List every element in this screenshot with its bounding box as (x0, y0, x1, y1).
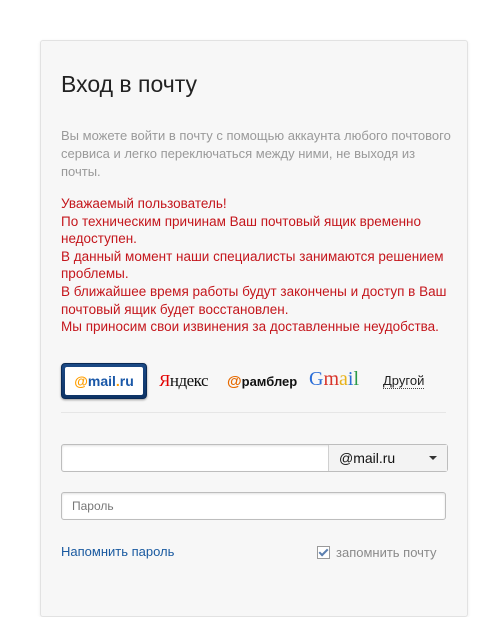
chevron-down-icon (429, 456, 437, 460)
provider-yandex-button[interactable]: Яндекс (159, 371, 209, 391)
mailru-logo: @ mail. ru (65, 367, 143, 395)
mailru-logo-at: @ (74, 373, 88, 389)
provider-mailru-button[interactable]: @ mail. ru (61, 363, 147, 399)
login-input[interactable] (62, 445, 327, 471)
password-input[interactable] (61, 492, 446, 520)
mailru-logo-mail: mail (87, 373, 116, 389)
remember-checkbox[interactable] (317, 545, 330, 559)
divider (61, 412, 446, 413)
provider-other-link[interactable]: Другой (383, 373, 425, 389)
yandex-logo-rest: ндекс (169, 371, 209, 390)
rambler-logo-symbol: @ (227, 373, 242, 390)
provider-gmail-button[interactable]: Gmail (309, 368, 359, 391)
intro-text: Вы можете войти в почту с помощью аккаун… (61, 128, 451, 179)
gmail-logo-l: l (353, 368, 360, 390)
mailru-logo-ru: ru (119, 373, 134, 389)
domain-select-value: @mail.ru (339, 450, 396, 466)
login-field-group: @mail.ru (61, 444, 448, 472)
warning-message: Уважаемый пользователь! По техническим п… (61, 196, 447, 335)
provider-list: @ mail. ru Яндекс @рамблер Gmail Другой (61, 363, 446, 401)
gmail-logo-g: G (309, 368, 324, 390)
login-card: Вход в почту Вы можете войти в почту с п… (40, 40, 468, 617)
rambler-logo-text: рамблер (241, 374, 298, 389)
domain-select[interactable]: @mail.ru (328, 445, 447, 471)
provider-rambler-button[interactable]: @рамблер (227, 373, 297, 390)
page-title: Вход в почту (61, 71, 198, 97)
gmail-logo-a: a (339, 368, 348, 390)
remind-password-link[interactable]: Напомнить пароль (61, 544, 174, 559)
gmail-logo-m: m (323, 368, 340, 390)
yandex-logo-first-letter: Я (159, 371, 170, 390)
remember-label: запомнить почту (336, 544, 437, 560)
remember-checkbox-group[interactable]: запомнить почту (317, 544, 437, 560)
